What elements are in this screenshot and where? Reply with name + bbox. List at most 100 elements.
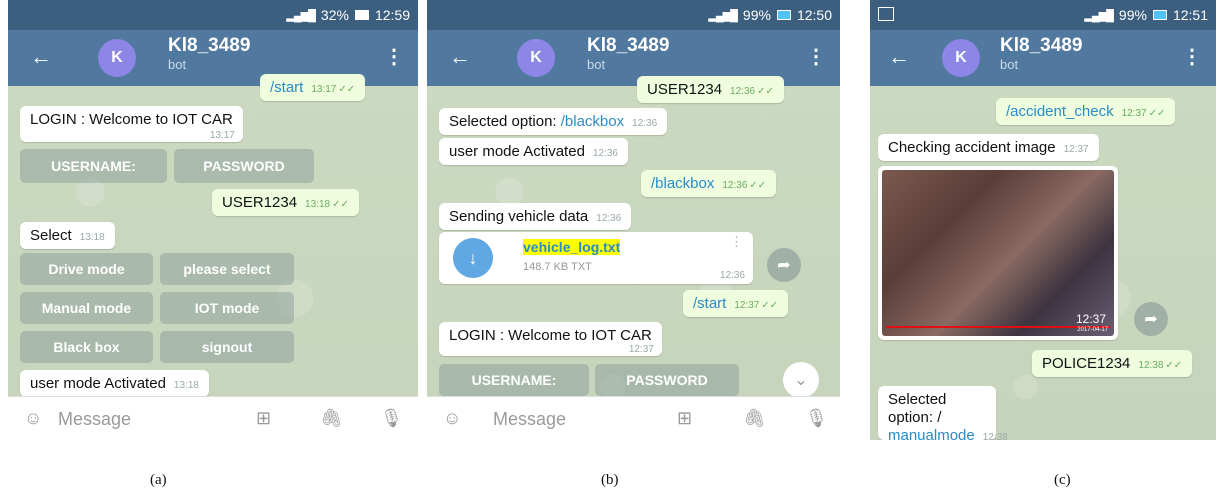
read-check-icon: ✓✓ (1165, 360, 1183, 371)
battery-icon (354, 10, 369, 20)
microphone-icon[interactable]: 🎙 (380, 408, 403, 429)
bot-keyboard-icon[interactable]: ⊞ (256, 408, 271, 429)
file-message[interactable]: ↓ vehicle_log.txt 148.7 KB TXT 12:36 ⋮ (439, 232, 753, 284)
message-in: user mode Activated 13:18 (20, 370, 209, 397)
signal-icon: ▂▄▆█ (286, 9, 315, 22)
chat-subtitle: bot (587, 57, 606, 72)
gallery-icon (878, 7, 894, 21)
message-time: 12:37 (628, 344, 654, 355)
status-time: 12:59 (374, 7, 410, 23)
keyboard-button-password[interactable]: PASSWORD (595, 364, 739, 396)
battery-percent: 32% (320, 7, 349, 23)
message-input[interactable]: Message (58, 409, 131, 430)
back-arrow-icon[interactable]: ← (449, 44, 471, 70)
keyboard-button-drive-mode[interactable]: Drive mode (20, 253, 153, 285)
message-text[interactable]: /accident_check (1006, 103, 1114, 120)
command-link[interactable]: manualmode (888, 427, 975, 440)
message-time: 12:38 (1138, 360, 1164, 371)
chat-header: ← K Kl8_3489 bot ⋮ (870, 30, 1216, 86)
message-time: 12:36 (592, 148, 618, 159)
message-time: 13:18 (173, 380, 199, 391)
message-in: Selected option: / manualmode 12:38 (878, 386, 1008, 440)
file-name[interactable]: vehicle_log.txt (523, 239, 621, 255)
message-text: LOGIN : Welcome to IOT CAR (449, 327, 652, 344)
status-bar: ▂▄▆█ 99% 12:51 (870, 0, 1216, 30)
message-time: 13:17 (209, 130, 235, 141)
microphone-icon[interactable]: 🎙 (805, 408, 828, 429)
chat-subtitle: bot (1000, 57, 1019, 72)
keyboard-button-password[interactable]: PASSWORD (174, 149, 314, 183)
chat-title: Kl8_3489 (587, 35, 670, 56)
keyboard-button-iot-mode[interactable]: IOT mode (160, 292, 294, 324)
accident-photo[interactable]: 2017-04-17 12:37 (882, 170, 1114, 336)
message-in: LOGIN : Welcome to IOT CAR 12:37 (439, 322, 662, 356)
keyboard-button-manual-mode[interactable]: Manual mode (20, 292, 153, 324)
overflow-menu-icon[interactable]: ⋮ (384, 44, 404, 69)
message-text[interactable]: /start (693, 295, 726, 312)
message-text: USER1234 (647, 81, 723, 98)
message-out: USER1234 12:36 ✓✓ (637, 76, 784, 103)
message-text: user mode Activated (30, 375, 166, 392)
message-text: Selected option: (449, 113, 561, 130)
photo-message[interactable]: 2017-04-17 12:37 (878, 166, 1118, 340)
message-text[interactable]: /blackbox (651, 175, 714, 192)
message-text[interactable]: /start (270, 79, 303, 96)
attach-icon[interactable]: 🖇 (320, 408, 343, 429)
attach-icon[interactable]: 🖇 (743, 408, 766, 429)
sticker-icon[interactable]: ☺ (24, 408, 42, 429)
read-check-icon: ✓✓ (1148, 108, 1166, 119)
read-check-icon: ✓✓ (757, 86, 774, 97)
message-time: 12:37 (1075, 312, 1106, 326)
chat-title: Kl8_3489 (168, 35, 251, 56)
command-link[interactable]: /blackbox (561, 113, 624, 130)
phone-screen-c: ▂▄▆█ 99% 12:51 ← K Kl8_3489 bot ⋮ /accid… (870, 0, 1216, 440)
message-time: 13:18 (79, 232, 105, 243)
signal-icon: ▂▄▆█ (708, 9, 737, 22)
phone-screen-a: ▂▄▆█ 32% 12:59 ← K Kl8_3489 bot ⋮ /start… (8, 0, 418, 440)
message-time: 13:17 (311, 84, 337, 95)
file-menu-icon[interactable]: ⋮ (730, 234, 743, 250)
avatar[interactable]: K (942, 39, 980, 77)
read-check-icon: ✓✓ (332, 199, 349, 210)
message-out: USER1234 13:18 ✓✓ (212, 189, 359, 216)
chat-title: Kl8_3489 (1000, 35, 1083, 56)
keyboard-button-black-box[interactable]: Black box (20, 331, 153, 363)
message-in: LOGIN : Welcome to IOT CAR 13:17 (20, 106, 243, 142)
message-text: Select (30, 227, 72, 244)
message-out: /accident_check 12:37 ✓✓ (996, 98, 1176, 125)
message-time: 12:36 (632, 118, 658, 129)
download-icon[interactable]: ↓ (453, 238, 493, 278)
read-check-icon: ✓✓ (761, 300, 779, 311)
message-in: Selected option: /blackbox 12:36 (439, 108, 668, 135)
keyboard-button-please-select[interactable]: please select (160, 253, 294, 285)
caption-c: (c) (1054, 472, 1071, 488)
overflow-menu-icon[interactable]: ⋮ (1182, 44, 1202, 69)
message-out: /blackbox 12:36 ✓✓ (641, 170, 777, 197)
keyboard-button-username[interactable]: USERNAME: (439, 364, 589, 396)
back-arrow-icon[interactable]: ← (888, 44, 910, 70)
scroll-down-icon[interactable]: ⌄ (783, 362, 819, 398)
status-time: 12:50 (796, 7, 832, 23)
read-check-icon: ✓✓ (338, 84, 356, 95)
status-bar: ▂▄▆█ 32% 12:59 (8, 0, 418, 30)
keyboard-button-signout[interactable]: signout (160, 331, 294, 363)
figure: ▂▄▆█ 32% 12:59 ← K Kl8_3489 bot ⋮ /start… (0, 0, 1224, 490)
message-input[interactable]: Message (493, 409, 566, 430)
message-time: 12:36 (596, 213, 622, 224)
battery-icon (1152, 10, 1167, 20)
share-icon[interactable]: ➦ (1134, 302, 1168, 336)
avatar[interactable]: K (517, 39, 555, 77)
back-arrow-icon[interactable]: ← (30, 44, 52, 70)
message-out: /start 12:37 ✓✓ (683, 290, 789, 317)
battery-percent: 99% (742, 7, 771, 23)
message-time: 12:37 (1063, 144, 1089, 155)
avatar[interactable]: K (98, 39, 136, 77)
chat-subtitle: bot (168, 57, 187, 72)
sticker-icon[interactable]: ☺ (443, 408, 461, 429)
read-check-icon: ✓✓ (749, 180, 767, 191)
overflow-menu-icon[interactable]: ⋮ (806, 44, 826, 69)
bot-keyboard-icon[interactable]: ⊞ (677, 408, 692, 429)
keyboard-button-username[interactable]: USERNAME: (20, 149, 167, 183)
message-out: /start 13:17 ✓✓ (260, 74, 366, 101)
share-icon[interactable]: ➦ (767, 248, 801, 282)
